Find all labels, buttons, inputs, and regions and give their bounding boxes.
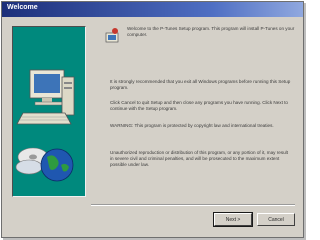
wizard-side-image: [12, 26, 86, 197]
separator: [91, 204, 295, 206]
setup-wizard-window: Welcome Welcome to the P-Tunes Setup pro…: [1, 1, 304, 238]
setup-logo-icon: [105, 28, 119, 43]
next-button[interactable]: Next >: [213, 212, 253, 227]
title-bar[interactable]: Welcome: [2, 2, 303, 17]
window-title: Welcome: [7, 4, 38, 11]
cancel-button[interactable]: Cancel: [257, 213, 295, 226]
cd-globe-icon: [15, 147, 74, 182]
wizard-body: Welcome to the P-Tunes Setup program. Th…: [3, 17, 302, 236]
recommendation-text: It is strongly recommended that you exit…: [110, 79, 291, 90]
legal-text: Unauthorized reproduction or distributio…: [110, 150, 288, 167]
cancel-info-text: Click Cancel to quit Setup and then clos…: [110, 100, 288, 111]
warning-text: WARNING: This program is protected by co…: [110, 123, 274, 128]
intro-text: Welcome to the P-Tunes Setup program. Th…: [127, 26, 295, 37]
computer-icon: [16, 69, 75, 125]
